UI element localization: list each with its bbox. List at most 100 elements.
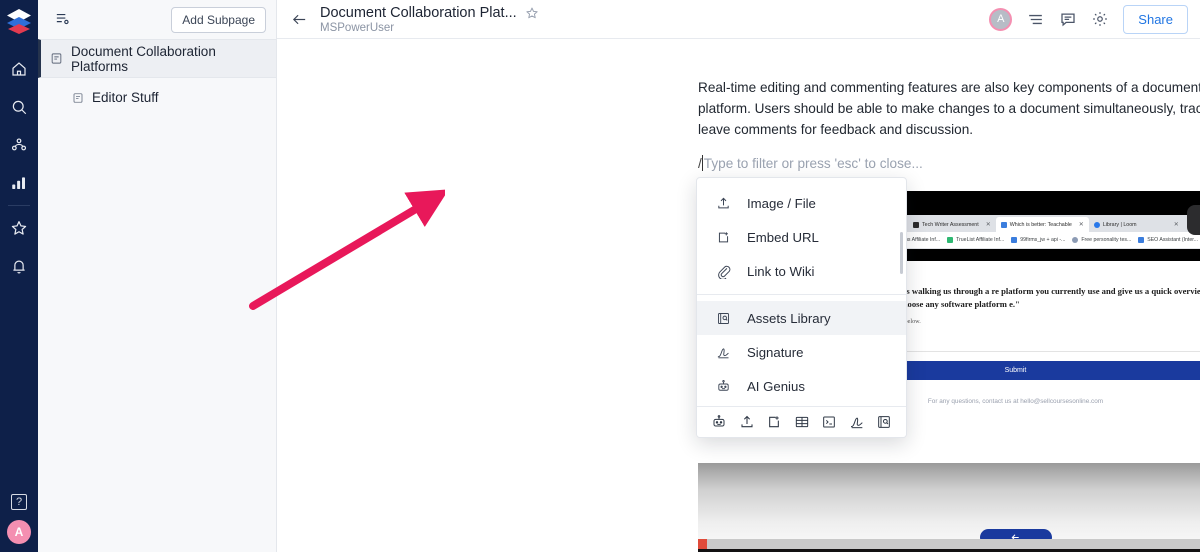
title-row: Document Collaboration Plat...: [320, 5, 539, 21]
browser-tab-label: Tech Writer Assessment: [922, 221, 979, 228]
rail-bottom-group: ? A: [0, 494, 38, 544]
browser-tab[interactable]: Tech Writer Assessment ✕: [908, 217, 996, 232]
menu-item-link-to-wiki[interactable]: Link to Wiki: [697, 254, 906, 288]
paperclip-icon: [715, 264, 731, 279]
embed-frame-icon: [715, 230, 731, 245]
slash-menu-toolbar: [697, 406, 906, 437]
robot-icon[interactable]: [711, 414, 727, 430]
sidebar-item-notifications[interactable]: [0, 247, 38, 285]
menu-item-assets-library[interactable]: Assets Library: [697, 301, 906, 335]
sidebar-item-document-collaboration-platforms[interactable]: Document Collaboration Platforms: [38, 39, 276, 78]
favicon-icon: [1011, 237, 1018, 243]
robot-icon: [715, 379, 731, 394]
video-frame[interactable]: [698, 463, 1200, 549]
taskbar-strip: [698, 539, 1200, 549]
favicon-icon: [1072, 237, 1079, 243]
sidebar-item-favorites[interactable]: [0, 209, 38, 247]
global-nav-rail: ? A: [0, 0, 38, 552]
sidebar-header: Add Subpage: [38, 0, 276, 39]
star-outline-icon[interactable]: [525, 6, 539, 20]
code-block-icon[interactable]: [821, 414, 837, 430]
menu-item-label: Signature: [747, 344, 804, 360]
slash-command-input[interactable]: / Type to filter or press 'esc' to close…: [698, 155, 923, 171]
menu-item-embed-url[interactable]: Embed URL: [697, 220, 906, 254]
sidebar-item-home[interactable]: [0, 50, 38, 88]
embed-frame-icon[interactable]: [766, 414, 782, 430]
menu-item-label: Image / File: [747, 195, 816, 211]
avatar[interactable]: A: [7, 520, 31, 544]
bookmark-item[interactable]: TrueList Affiliate Inf...: [947, 237, 1004, 243]
document-outline-icon[interactable]: [1026, 10, 1045, 29]
page-tree-icon[interactable]: [54, 11, 71, 28]
document-canvas: Real-time editing and commenting feature…: [277, 39, 1200, 552]
favicon-icon: [1138, 237, 1145, 243]
bookmark-item[interactable]: Free personality tes...: [1072, 237, 1131, 243]
filter-placeholder: Type to filter or press 'esc' to close..…: [703, 155, 923, 171]
menu-scroll-area: Image / File Embed URL Link to Wiki Asse…: [697, 178, 906, 406]
slash-command-menu: Image / File Embed URL Link to Wiki Asse…: [696, 177, 907, 438]
menu-scrollbar[interactable]: [900, 232, 903, 274]
sidebar-item-search[interactable]: [0, 88, 38, 126]
menu-item-label: AI Genius: [747, 378, 805, 394]
menu-item-label: Embed URL: [747, 229, 819, 245]
close-icon[interactable]: ✕: [1075, 221, 1084, 228]
document-title-group: Document Collaboration Plat... MSPowerUs…: [320, 5, 539, 34]
table-icon[interactable]: [794, 414, 810, 430]
bookmark-item[interactable]: SEO Assistant (Inter...: [1138, 237, 1198, 243]
sidebar-item-analytics[interactable]: [0, 164, 38, 202]
assets-library-icon[interactable]: [876, 414, 892, 430]
upload-icon[interactable]: [739, 414, 755, 430]
sidebar-item-label: Document Collaboration Platforms: [71, 43, 216, 74]
avatar[interactable]: A: [989, 7, 1013, 31]
assets-library-icon: [715, 311, 731, 326]
close-icon[interactable]: ✕: [1170, 221, 1179, 228]
gear-icon[interactable]: [1091, 10, 1109, 28]
menu-item-signature[interactable]: Signature: [697, 335, 906, 369]
sidebar-item-editor-stuff[interactable]: Editor Stuff: [38, 78, 276, 117]
text-caret: [701, 155, 703, 171]
sidebar-item-shared[interactable]: [0, 126, 38, 164]
browser-tab[interactable]: Which is better: Teachable ✕: [995, 217, 1089, 232]
help-icon[interactable]: ?: [11, 494, 27, 510]
menu-item-label: Link to Wiki: [747, 263, 815, 279]
bookmark-label: TrueList Affiliate Inf...: [956, 237, 1005, 243]
menu-item-image-file[interactable]: Image / File: [697, 186, 906, 220]
browser-tab[interactable]: Library | Loom ✕: [1088, 217, 1184, 232]
menu-item-label: Assets Library: [747, 310, 831, 326]
topbar-actions: A Share: [989, 4, 1188, 34]
browser-tab-label: Library | Loom: [1102, 221, 1137, 228]
signature-icon[interactable]: [849, 414, 865, 430]
close-icon[interactable]: ✕: [982, 221, 991, 228]
upload-icon: [715, 196, 731, 211]
bookmark-label: 99firms_jw + api -...: [1020, 237, 1066, 243]
menu-item-ai-genius[interactable]: AI Genius: [697, 369, 906, 403]
signature-icon: [715, 345, 731, 360]
favicon-icon: [1000, 221, 1007, 228]
page-icon: [72, 92, 84, 104]
add-subpage-button[interactable]: Add Subpage: [171, 6, 266, 33]
document-topbar: Document Collaboration Plat... MSPowerUs…: [277, 0, 1200, 39]
embed-overlay-toolbar: 0: [1187, 205, 1200, 235]
back-arrow-icon[interactable]: [291, 11, 310, 28]
rail-icon-list: [0, 50, 38, 285]
bookmark-item[interactable]: 99firms_jw + api -...: [1011, 237, 1065, 243]
menu-divider: [697, 294, 906, 295]
page-title: Document Collaboration Plat...: [320, 4, 517, 21]
document-author: MSPowerUser: [320, 21, 395, 34]
comments-icon[interactable]: [1059, 10, 1077, 28]
app-logo[interactable]: [4, 6, 34, 36]
sidebar-item-label: Editor Stuff: [92, 90, 159, 105]
favicon-icon: [947, 237, 954, 243]
bookmark-label: Free personality tes...: [1081, 237, 1132, 243]
bookmark-label: ms Affiliate Inf...: [903, 237, 941, 243]
app-window: ? A Add Subpage Document Collaboration P…: [0, 0, 1200, 552]
favicon-icon: [1093, 221, 1100, 228]
page-sidebar: Add Subpage Document Collaboration Platf…: [38, 0, 277, 552]
bookmark-label: SEO Assistant (Inter...: [1147, 237, 1199, 243]
browser-tab-label: Which is better: Teachable: [1009, 221, 1072, 228]
main-area: Document Collaboration Plat... MSPowerUs…: [277, 0, 1200, 552]
share-button[interactable]: Share: [1123, 4, 1188, 34]
rail-divider: [8, 205, 30, 206]
favicon-icon: [913, 221, 919, 228]
document-paragraph: Real-time editing and commenting feature…: [698, 80, 1200, 137]
